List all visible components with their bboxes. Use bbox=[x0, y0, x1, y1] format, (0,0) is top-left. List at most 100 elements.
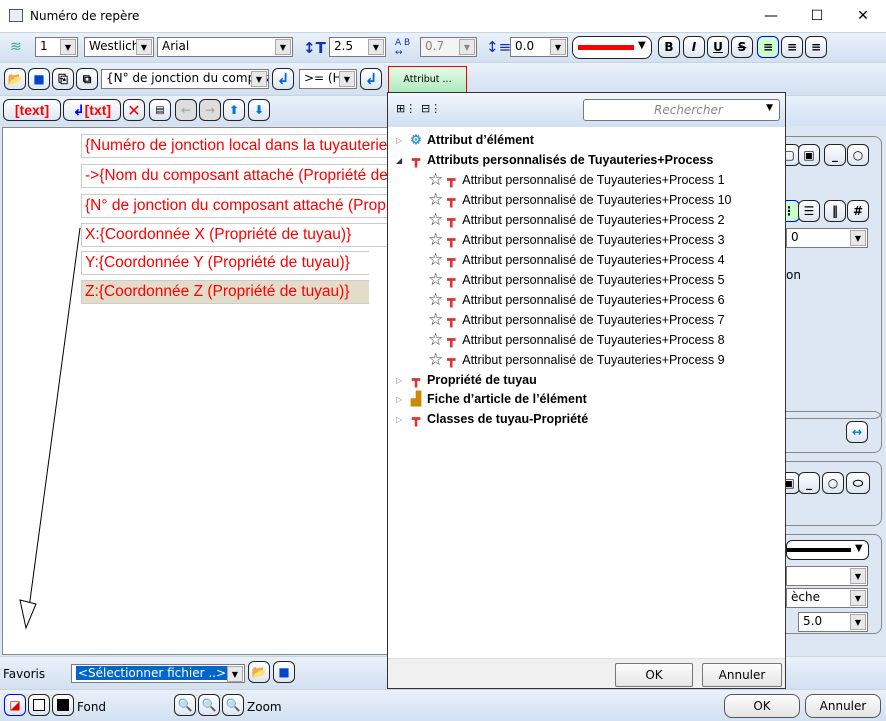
delete-button[interactable]: ✕ bbox=[123, 99, 145, 121]
open-folder-button[interactable]: 📂 bbox=[4, 68, 26, 90]
attribute-combo[interactable]: {N° de jonction du composant attaché▼ bbox=[101, 69, 269, 89]
chevron-down-icon[interactable]: ▼ bbox=[766, 103, 773, 113]
background-black-button[interactable] bbox=[52, 694, 74, 716]
shape-oval-button[interactable]: ⬭ bbox=[846, 472, 870, 494]
select-button[interactable]: ▤ bbox=[149, 99, 171, 121]
tree-node-classes-tuyau[interactable]: ▷ ┳ Classes de tuyau-Propriété bbox=[396, 409, 588, 429]
app-icon bbox=[9, 9, 23, 22]
minimize-button[interactable]: — bbox=[748, 0, 794, 32]
collapse-all-icon[interactable]: ⊟⋮ bbox=[421, 102, 441, 115]
pipe-icon: ┳ bbox=[447, 212, 456, 227]
linetype-combo[interactable]: Westlich ▼ bbox=[84, 37, 154, 57]
expand-all-icon[interactable]: ⊞⋮ bbox=[396, 102, 416, 115]
pipe-icon: ┳ bbox=[447, 252, 456, 267]
shape-line-button[interactable]: _ bbox=[798, 472, 820, 494]
tree-item[interactable]: ☆ ┳ Attribut personnalisé de Tuyauteries+P… bbox=[428, 170, 725, 190]
tree-node-attribut-element[interactable]: ▷ ⚙ Attribut d’élément bbox=[396, 130, 534, 150]
maximize-button[interactable]: ☐ bbox=[794, 0, 840, 32]
copy-button[interactable]: ⎘ bbox=[52, 68, 74, 90]
attribute-popup: ⊞⋮ ⊟⋮ Rechercher ▼ ▷ ⚙ Attribut d’élément … bbox=[387, 92, 786, 689]
tree-item[interactable]: ☆ ┳ Attribut personnalisé de Tuyauteries+P… bbox=[428, 310, 725, 330]
zoom-in-button[interactable]: 🔍 bbox=[198, 694, 220, 716]
insert-text-button[interactable]: [text] bbox=[3, 99, 61, 121]
zoom-fit-button[interactable]: 🔍 bbox=[222, 694, 244, 716]
zoom-out-button[interactable]: 🔍 bbox=[174, 694, 196, 716]
height-combo[interactable]: 2.5 ▼ bbox=[329, 37, 386, 57]
right-combo-1[interactable]: 0 ▼ bbox=[786, 228, 868, 248]
insert-newline-text-button[interactable]: ↲[txt] bbox=[63, 99, 121, 121]
tree-item[interactable]: ☆ ┳ Attribut personnalisé de Tuyauteries+P… bbox=[428, 270, 725, 290]
search-input[interactable]: Rechercher ▼ bbox=[583, 99, 780, 121]
underline-button[interactable]: U bbox=[707, 36, 729, 58]
tree-item[interactable]: ☆ ┳ Attribut personnalisé de Tuyauteries+P… bbox=[428, 210, 725, 230]
attribut-button[interactable]: Attribut ... bbox=[388, 66, 467, 93]
background-white-button[interactable] bbox=[28, 694, 50, 716]
star-icon: ☆ bbox=[428, 210, 444, 229]
frame-underline-button[interactable]: _ bbox=[824, 144, 846, 166]
zoom-label: Zoom bbox=[247, 700, 282, 714]
tree-item[interactable]: ☆ ┳ Attribut personnalisé de Tuyauteries+P… bbox=[428, 350, 725, 370]
spacing-combo[interactable]: 0.0 ▼ bbox=[510, 37, 568, 57]
favoris-save-button[interactable]: ■ bbox=[273, 661, 295, 683]
strikethrough-button[interactable]: S bbox=[731, 36, 753, 58]
shape-circle-button[interactable]: ○ bbox=[822, 472, 844, 494]
grid-rows-button[interactable]: ☰ bbox=[798, 200, 820, 222]
bottom-bar: ◪ Fond 🔍 🔍 🔍 Zoom OK Annuler bbox=[0, 689, 886, 721]
insert-operator-button[interactable]: ↲ bbox=[360, 68, 382, 90]
popup-cancel-button[interactable]: Annuler bbox=[702, 663, 782, 687]
tree-item[interactable]: ☆ ┳ Attribut personnalisé de Tuyauteries+P… bbox=[428, 330, 725, 350]
font-combo[interactable]: Arial ▼ bbox=[157, 37, 293, 57]
cancel-button[interactable]: Annuler bbox=[805, 694, 881, 718]
favoris-open-button[interactable]: 📂 bbox=[248, 661, 270, 683]
grid-cols-button[interactable]: ‖ bbox=[824, 200, 846, 222]
text-height-icon: ↕T bbox=[303, 39, 326, 57]
tree-node-attributs-personnalises[interactable]: ◢ ┳ Attributs personnalisés de Tuyauteries… bbox=[396, 150, 713, 170]
line-spacing-icon: ↕≡ bbox=[486, 38, 512, 56]
operator-combo[interactable]: >= (HiC ▼ bbox=[299, 69, 357, 89]
tree-node-fiche-article[interactable]: ▷ ▟ Fiche d’article de l’élément bbox=[396, 389, 587, 409]
italic-button[interactable]: I bbox=[683, 36, 705, 58]
move-down-button[interactable]: ⬇ bbox=[248, 99, 270, 121]
dimension-button[interactable]: ↔ bbox=[846, 421, 868, 443]
tree-item[interactable]: ☆ ┳ Attribut personnalisé de Tuyauteries+P… bbox=[428, 230, 725, 250]
ok-button[interactable]: OK bbox=[724, 694, 800, 718]
tree-item[interactable]: ☆ ┳ Attribut personnalisé de Tuyauteries+P… bbox=[428, 250, 725, 270]
align-left-button[interactable]: ≡ bbox=[757, 36, 779, 58]
insert-attribute-button[interactable]: ↲ bbox=[272, 68, 294, 90]
pipe-icon: ┳ bbox=[447, 332, 456, 347]
close-button[interactable]: ✕ bbox=[840, 0, 886, 32]
line-style-picker[interactable]: ▼ bbox=[786, 540, 869, 560]
background-auto-button[interactable]: ◪ bbox=[4, 694, 26, 716]
grid-all-button[interactable]: # bbox=[847, 200, 869, 222]
right-combo-3[interactable]: èche ▼ bbox=[786, 588, 868, 608]
pipe-icon: ┳ bbox=[412, 372, 420, 387]
paste-button[interactable]: ⧉ bbox=[76, 68, 98, 90]
right-combo-2[interactable]: ▼ bbox=[786, 566, 868, 586]
save-button[interactable]: ■ bbox=[28, 68, 50, 90]
star-icon: ☆ bbox=[428, 250, 444, 269]
tree-item[interactable]: ☆ ┳ Attribut personnalisé de Tuyauteries+P… bbox=[428, 190, 732, 210]
popup-footer: OK Annuler bbox=[388, 658, 785, 688]
color-picker[interactable]: ▼ bbox=[572, 36, 652, 59]
tree-item[interactable]: ☆ ┳ Attribut personnalisé de Tuyauteries+P… bbox=[428, 290, 725, 310]
move-up-button[interactable]: ⬆ bbox=[223, 99, 245, 121]
title-bar: Numéro de repère — ☐ ✕ bbox=[0, 0, 886, 32]
pipe-icon: ┳ bbox=[447, 312, 456, 327]
text-editor[interactable]: {Numéro de jonction local dans la tuyaut… bbox=[2, 127, 391, 655]
bold-button[interactable]: B bbox=[658, 36, 680, 58]
align-center-button[interactable]: ≡ bbox=[781, 36, 803, 58]
pipe-icon: ┳ bbox=[412, 411, 420, 426]
align-right-button[interactable]: ≡ bbox=[805, 36, 827, 58]
color-swatch bbox=[578, 45, 634, 50]
right-combo-4[interactable]: 5.0 ▼ bbox=[798, 612, 868, 632]
star-icon: ☆ bbox=[428, 310, 444, 329]
favoris-combo[interactable]: <Sélectionner fichier ..> ▼ bbox=[71, 664, 245, 683]
star-icon: ☆ bbox=[428, 190, 444, 209]
attribute-toolbar: 📂 ■ ⎘ ⧉ {N° de jonction du composant att… bbox=[0, 62, 886, 95]
tree-node-propriete-tuyau[interactable]: ▷ ┳ Propriété de tuyau bbox=[396, 370, 537, 390]
frame-double-button[interactable]: ▣ bbox=[798, 144, 820, 166]
popup-ok-button[interactable]: OK bbox=[615, 663, 693, 687]
frame-circle-button[interactable]: ○ bbox=[847, 144, 869, 166]
star-icon: ☆ bbox=[428, 290, 444, 309]
layer-combo[interactable]: 1 ▼ bbox=[35, 37, 78, 57]
